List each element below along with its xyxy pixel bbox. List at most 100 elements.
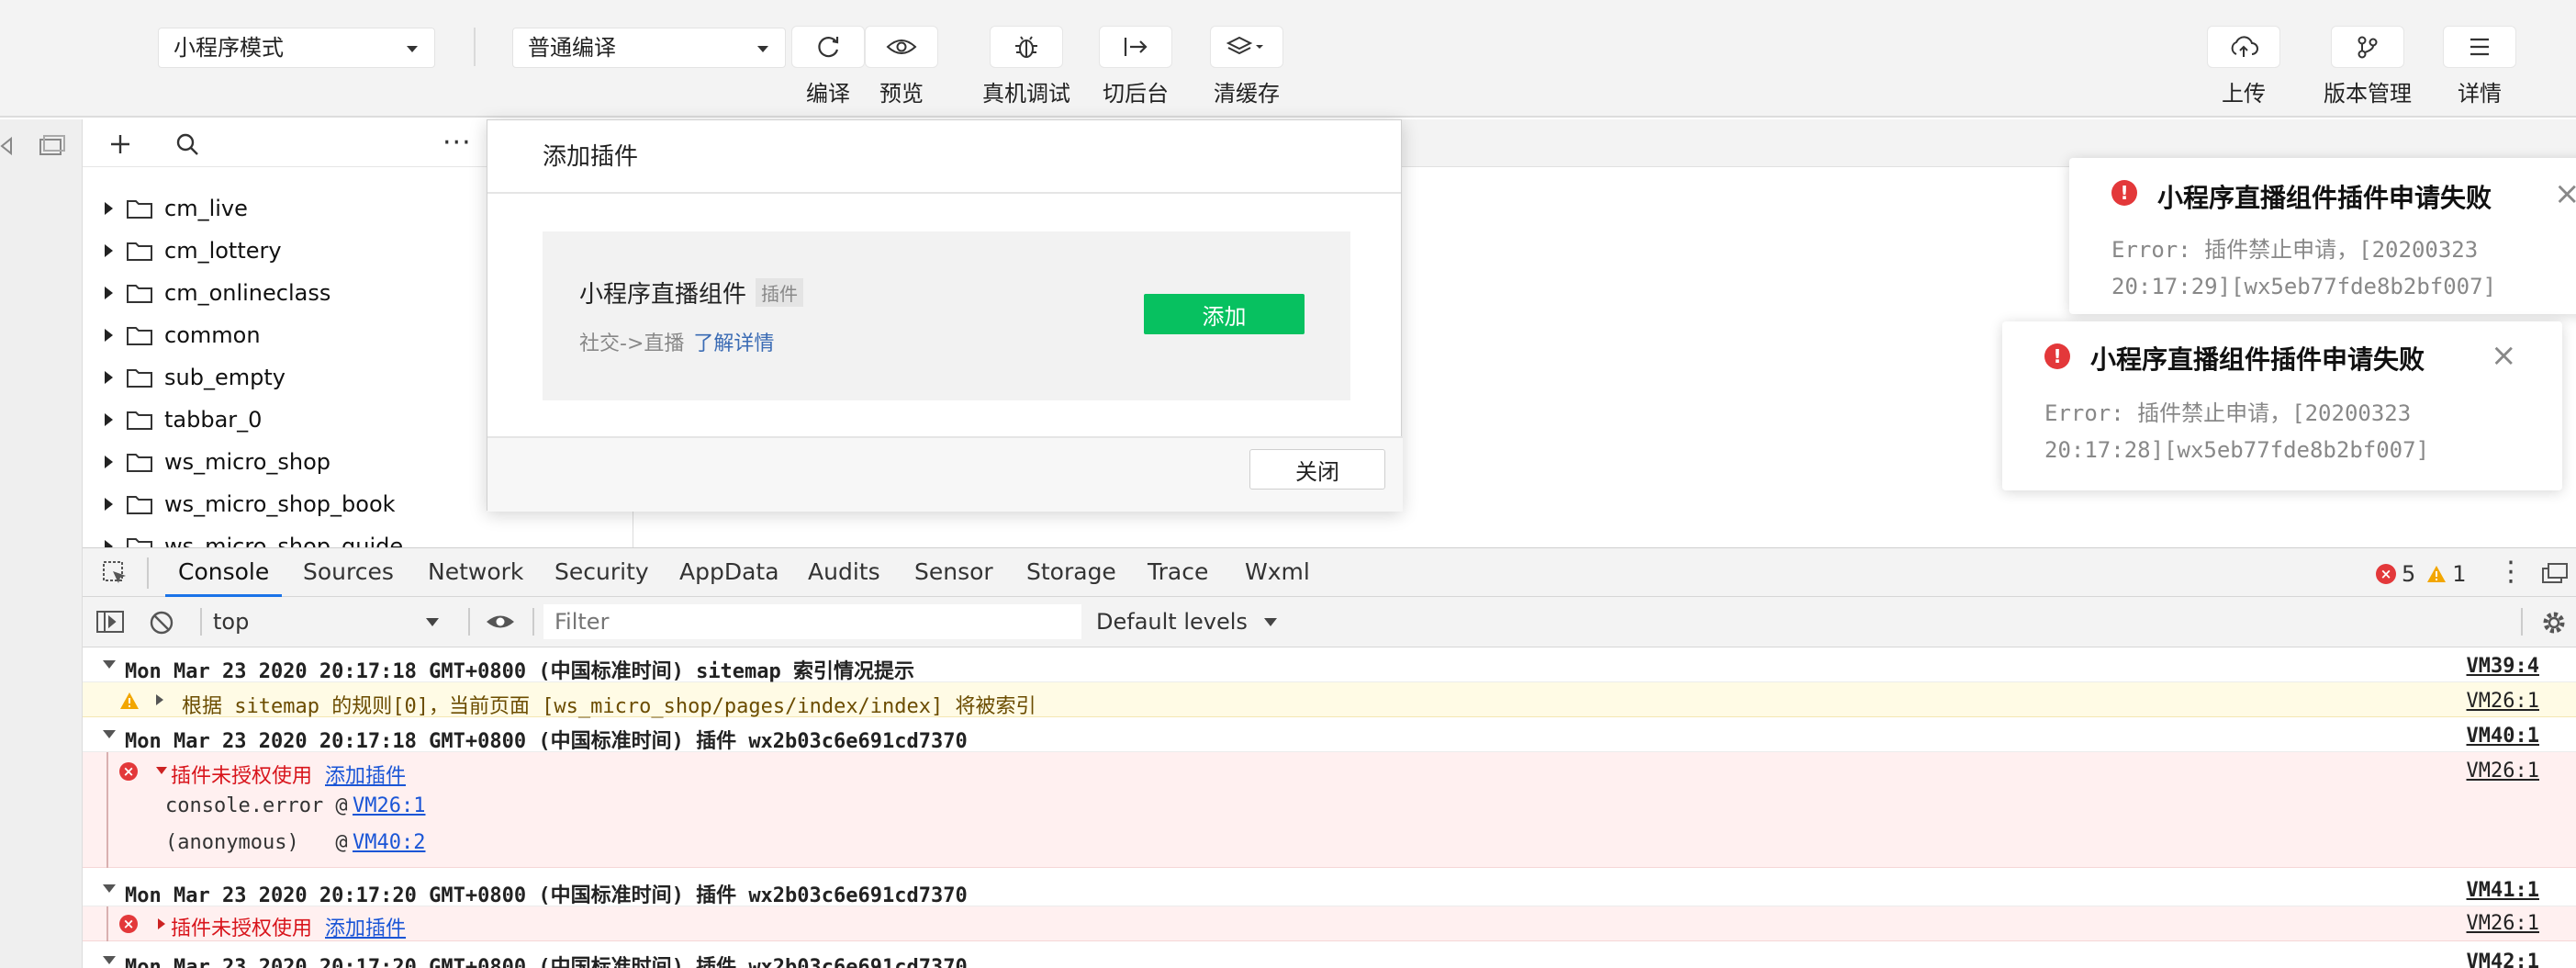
tree-folder-item[interactable]: tabbar_0 xyxy=(83,399,262,441)
live-expression-eye-icon[interactable] xyxy=(485,612,516,632)
source-link[interactable]: VM26:1 xyxy=(2467,912,2539,935)
devtools-menu-icon[interactable]: ⋮ xyxy=(2497,552,2525,592)
tab-trace[interactable]: Trace xyxy=(1148,548,1208,597)
collapse-triangle-icon xyxy=(103,730,116,738)
toast-title: 小程序直播组件插件申请失败 xyxy=(2090,344,2425,375)
version-management-button[interactable]: 版本管理 xyxy=(2324,26,2412,107)
tab-appdata[interactable]: AppData xyxy=(679,548,779,597)
expand-arrow-icon xyxy=(105,413,113,426)
error-text: 插件未授权使用 xyxy=(171,917,313,940)
sidebar-toggle-icon[interactable] xyxy=(95,610,125,634)
upload-button[interactable]: 上传 xyxy=(2207,26,2280,107)
mode-select[interactable]: 小程序模式 xyxy=(158,28,435,68)
tab-storage[interactable]: Storage xyxy=(1026,548,1116,597)
real-device-debug-button[interactable]: 真机调试 xyxy=(982,26,1070,107)
source-link[interactable]: VM39:4 xyxy=(2467,655,2539,678)
clear-console-icon[interactable] xyxy=(149,610,174,636)
context-select[interactable]: top xyxy=(213,602,470,641)
simulator-strip xyxy=(0,119,83,547)
compile-button[interactable]: 编译 xyxy=(791,26,865,107)
console-group-header[interactable]: Mon Mar 23 2020 20:17:18 GMT+0800 (中国标准时… xyxy=(83,647,2576,683)
devtools-left-strip xyxy=(0,547,83,968)
add-plugin-button[interactable]: 添加 xyxy=(1144,294,1305,334)
close-icon[interactable]: × xyxy=(2554,178,2576,209)
tree-folder-item[interactable]: ws_micro_shop_book xyxy=(83,483,396,525)
stack-frame-link[interactable]: VM26:1 xyxy=(353,794,425,817)
chevron-down-icon xyxy=(407,46,418,52)
tree-folder-item[interactable]: common xyxy=(83,314,261,356)
dialog-title: 添加插件 xyxy=(487,120,1401,194)
group-header-text: Mon Mar 23 2020 20:17:20 GMT+0800 (中国标准时… xyxy=(125,884,968,907)
collapse-triangle-icon xyxy=(103,956,116,964)
tree-folder-item[interactable]: cm_onlineclass xyxy=(83,272,330,314)
console-group-header[interactable]: Mon Mar 23 2020 20:17:20 GMT+0800 (中国标准时… xyxy=(83,943,2576,968)
compile-mode-select[interactable]: 普通编译 xyxy=(512,28,786,68)
mode-select-value: 小程序模式 xyxy=(174,35,284,61)
learn-more-link[interactable]: 了解详情 xyxy=(693,332,774,355)
add-plugin-link[interactable]: 添加插件 xyxy=(325,912,406,941)
source-link[interactable]: VM26:1 xyxy=(2467,690,2539,713)
console-group-header[interactable]: Mon Mar 23 2020 20:17:20 GMT+0800 (中国标准时… xyxy=(83,872,2576,907)
source-link[interactable]: VM40:1 xyxy=(2467,725,2539,748)
add-icon[interactable] xyxy=(108,132,132,156)
details-button[interactable]: 详情 xyxy=(2443,26,2516,107)
chevron-down-icon xyxy=(1263,618,1277,626)
log-levels-select[interactable]: Default levels xyxy=(1096,602,1277,641)
console-error-row: × 插件未授权使用 添加插件 VM26:1 console.error @ VM… xyxy=(83,752,2576,868)
filter-divider xyxy=(2521,608,2523,636)
error-toast-1: ! 小程序直播组件插件申请失败 Error: 插件禁止申请，[20200323 … xyxy=(2069,158,2576,314)
expand-triangle-icon[interactable] xyxy=(156,694,163,705)
folder-icon xyxy=(126,282,164,304)
eye-icon xyxy=(865,26,938,68)
tab-sensor[interactable]: Sensor xyxy=(914,548,993,597)
tree-folder-item[interactable]: ws_micro_shop xyxy=(83,441,330,483)
more-icon[interactable]: ··· xyxy=(442,127,472,159)
tab-network[interactable]: Network xyxy=(428,548,523,597)
menu-icon xyxy=(2443,26,2516,68)
tab-security[interactable]: Security xyxy=(554,548,649,597)
issue-counters[interactable]: × 5 1 xyxy=(2376,561,2467,587)
clear-cache-button[interactable]: 清缓存 xyxy=(1210,26,1283,107)
close-dialog-button[interactable]: 关闭 xyxy=(1249,449,1385,490)
collapse-triangle-icon xyxy=(103,660,116,669)
console-group-header[interactable]: Mon Mar 23 2020 20:17:18 GMT+0800 (中国标准时… xyxy=(83,717,2576,753)
collapse-triangle-icon[interactable] xyxy=(156,767,167,774)
tab-wxml[interactable]: Wxml xyxy=(1245,548,1310,597)
expand-triangle-icon[interactable] xyxy=(158,918,165,929)
panel-toggle-icon[interactable] xyxy=(0,134,73,158)
add-plugin-link[interactable]: 添加插件 xyxy=(325,760,406,789)
tree-folder-item[interactable]: ws_micro_shop_guide xyxy=(83,525,403,547)
console-filter-input[interactable] xyxy=(543,604,1081,639)
plugin-category-line: 社交->直播 了解详情 xyxy=(579,327,774,356)
tree-folder-item[interactable]: cm_lottery xyxy=(83,230,282,272)
close-icon[interactable]: × xyxy=(2491,340,2517,371)
folder-icon xyxy=(126,366,164,388)
expand-arrow-icon xyxy=(105,371,113,384)
filter-divider xyxy=(200,608,202,636)
version-management-label: 版本管理 xyxy=(2324,81,2412,107)
folder-name: ws_micro_shop_book xyxy=(164,491,396,517)
folder-name: sub_empty xyxy=(164,365,286,390)
search-icon[interactable] xyxy=(174,131,200,157)
source-link[interactable]: VM26:1 xyxy=(2467,760,2539,782)
undock-icon[interactable] xyxy=(2541,561,2569,585)
tree-folder-item[interactable]: sub_empty xyxy=(83,356,286,399)
preview-button[interactable]: 预览 xyxy=(865,26,938,107)
inspect-element-icon[interactable] xyxy=(101,559,129,587)
tab-audits[interactable]: Audits xyxy=(808,548,880,597)
refresh-icon xyxy=(791,26,865,68)
top-toolbar: 小程序模式 普通编译 编译 预览 真机调试 切后台 清缓存 上传 版本管理 详情 xyxy=(0,0,2576,118)
source-link[interactable]: VM42:1 xyxy=(2467,951,2539,968)
settings-gear-icon[interactable] xyxy=(2539,608,2569,637)
branch-icon xyxy=(2331,26,2404,68)
toast-message: Error: 插件禁止申请，[20200323 20:17:28][wx5eb7… xyxy=(2044,400,2430,463)
switch-background-button[interactable]: 切后台 xyxy=(1099,26,1172,107)
upload-label: 上传 xyxy=(2222,81,2266,107)
real-device-debug-label: 真机调试 xyxy=(982,81,1070,107)
tab-sources[interactable]: Sources xyxy=(303,548,394,597)
console-error-row: × 插件未授权使用 添加插件 VM26:1 xyxy=(83,906,2576,941)
stack-frame-link[interactable]: VM40:2 xyxy=(353,831,425,854)
source-link[interactable]: VM41:1 xyxy=(2467,879,2539,902)
tree-folder-item[interactable]: cm_live xyxy=(83,187,248,230)
tab-console[interactable]: Console xyxy=(165,548,283,597)
